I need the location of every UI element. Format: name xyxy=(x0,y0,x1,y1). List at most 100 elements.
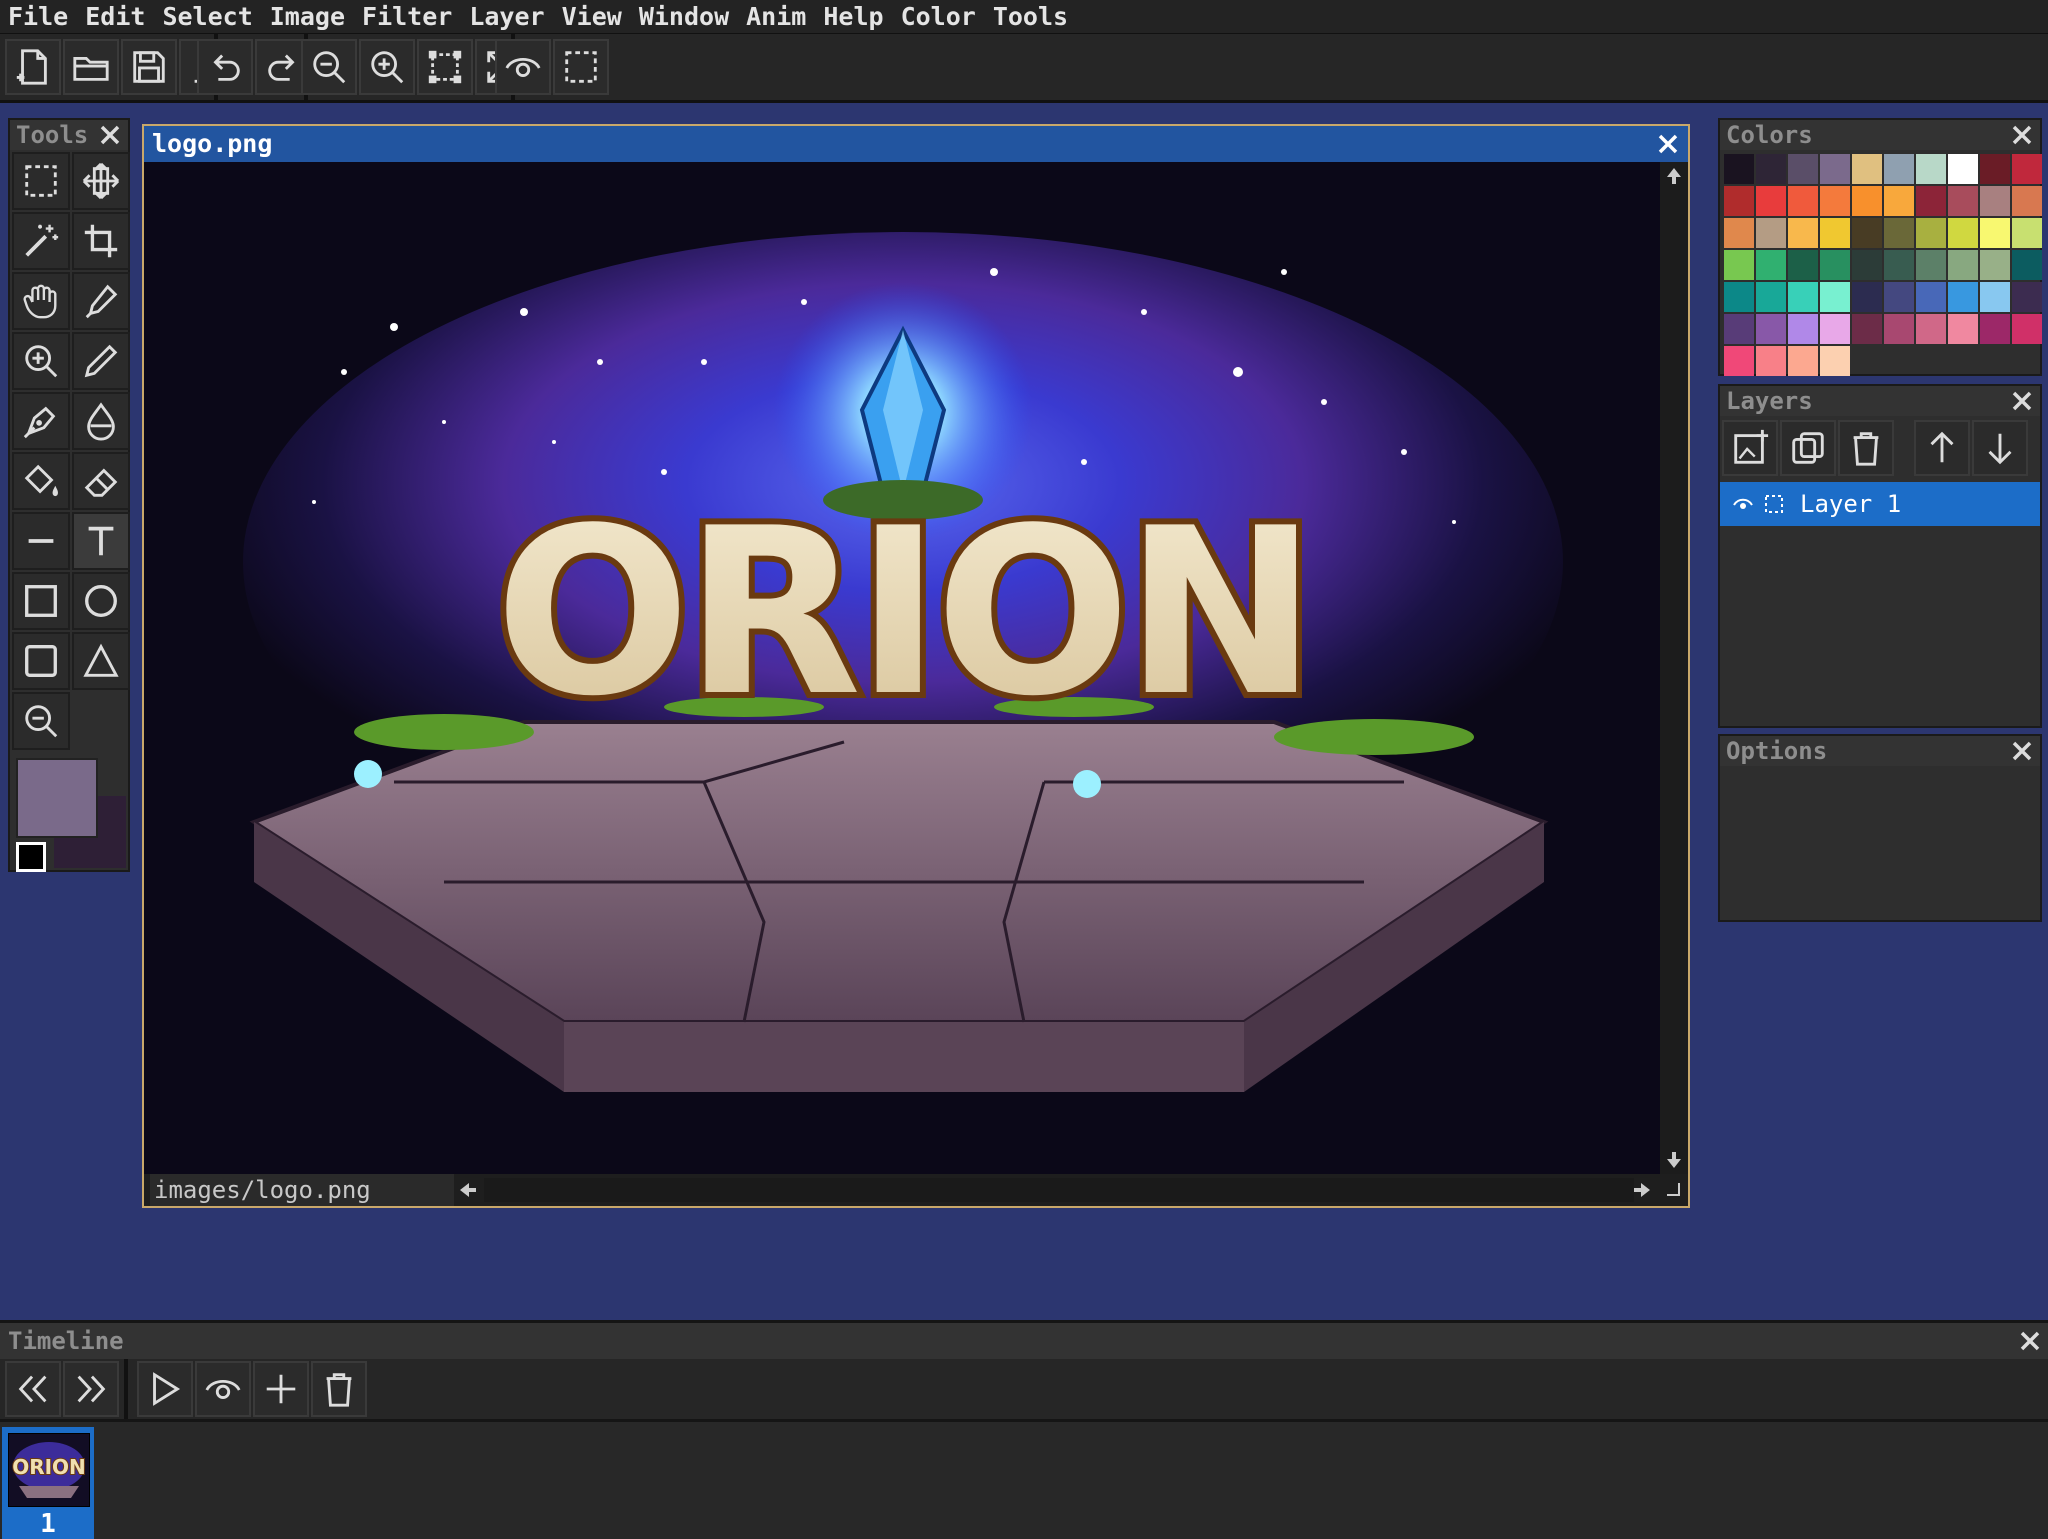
horizontal-scrollbar[interactable] xyxy=(484,1178,1634,1202)
color-swatch[interactable] xyxy=(1916,282,1946,312)
onion-skin-button[interactable] xyxy=(195,1361,251,1417)
open-folder-button[interactable] xyxy=(63,39,119,95)
menu-help[interactable]: Help xyxy=(815,0,892,33)
image-canvas[interactable]: ORION xyxy=(144,162,1662,1174)
add-frame-button[interactable] xyxy=(253,1361,309,1417)
rounded-rect-tool[interactable] xyxy=(12,632,70,690)
visibility-eye-icon[interactable] xyxy=(1732,493,1754,515)
scroll-right-icon[interactable] xyxy=(1632,1180,1652,1200)
move-layer-up-button[interactable] xyxy=(1914,420,1970,476)
layer-row[interactable]: Layer 1 xyxy=(1720,482,2040,526)
menu-layer[interactable]: Layer xyxy=(461,0,553,33)
color-swatch[interactable] xyxy=(1948,218,1978,248)
close-icon[interactable] xyxy=(2010,123,2034,147)
color-swatch[interactable] xyxy=(1852,314,1882,344)
menu-filter[interactable]: Filter xyxy=(354,0,461,33)
first-frame-button[interactable] xyxy=(5,1361,61,1417)
color-swatch[interactable] xyxy=(2012,154,2042,184)
blur-drop-tool[interactable] xyxy=(72,392,130,450)
menu-file[interactable]: File xyxy=(0,0,77,33)
color-swatch[interactable] xyxy=(1788,186,1818,216)
crop-tool[interactable] xyxy=(72,212,130,270)
color-swatch[interactable] xyxy=(1820,346,1850,376)
color-swatch[interactable] xyxy=(1724,346,1754,376)
color-swatch[interactable] xyxy=(1916,186,1946,216)
color-swatch[interactable] xyxy=(1756,282,1786,312)
menu-color[interactable]: Color xyxy=(893,0,985,33)
color-swatch[interactable] xyxy=(2012,314,2042,344)
eraser-tool[interactable] xyxy=(72,452,130,510)
document-title-bar[interactable]: logo.png xyxy=(144,126,1688,162)
color-swatch[interactable] xyxy=(1756,154,1786,184)
color-swatch[interactable] xyxy=(1756,218,1786,248)
play-button[interactable] xyxy=(137,1361,193,1417)
hand-tool[interactable] xyxy=(12,272,70,330)
color-swatch[interactable] xyxy=(1948,154,1978,184)
color-swatch[interactable] xyxy=(1852,282,1882,312)
color-swatch[interactable] xyxy=(1980,154,2010,184)
close-icon[interactable] xyxy=(2010,389,2034,413)
color-swatch[interactable] xyxy=(1756,346,1786,376)
fit-canvas-button[interactable] xyxy=(417,39,473,95)
menu-image[interactable]: Image xyxy=(262,0,354,33)
bucket-fill-tool[interactable] xyxy=(12,452,70,510)
vertical-scrollbar[interactable] xyxy=(1660,162,1688,1174)
scroll-up-icon[interactable] xyxy=(1664,166,1684,186)
zoom-out-tool-tool[interactable] xyxy=(12,692,70,750)
text-tool[interactable] xyxy=(72,512,130,570)
color-swatch[interactable] xyxy=(1724,282,1754,312)
color-swatch[interactable] xyxy=(1884,250,1914,280)
color-swatch[interactable] xyxy=(1852,186,1882,216)
color-swatch[interactable] xyxy=(1948,282,1978,312)
color-swatch[interactable] xyxy=(1756,314,1786,344)
color-swatch[interactable] xyxy=(1820,218,1850,248)
color-swatch[interactable] xyxy=(1980,186,2010,216)
color-swatch[interactable] xyxy=(1724,186,1754,216)
primary-color-swatch[interactable] xyxy=(16,758,98,838)
undo-button[interactable] xyxy=(197,39,253,95)
color-swatch[interactable] xyxy=(1820,282,1850,312)
menu-tools[interactable]: Tools xyxy=(985,0,1077,33)
close-icon[interactable] xyxy=(1656,132,1680,156)
color-swatch[interactable] xyxy=(1724,314,1754,344)
close-icon[interactable] xyxy=(2018,1329,2042,1353)
new-file-button[interactable] xyxy=(5,39,61,95)
color-swatch[interactable] xyxy=(1724,154,1754,184)
move-tool[interactable] xyxy=(72,152,130,210)
color-swatch[interactable] xyxy=(1884,314,1914,344)
magic-wand-tool[interactable] xyxy=(12,212,70,270)
color-swatch[interactable] xyxy=(1852,250,1882,280)
scroll-left-icon[interactable] xyxy=(458,1180,478,1200)
color-swatch[interactable] xyxy=(1980,314,2010,344)
menu-edit[interactable]: Edit xyxy=(77,0,154,33)
color-swatch[interactable] xyxy=(1916,218,1946,248)
delete-frame-button[interactable] xyxy=(311,1361,367,1417)
eyedropper-tool[interactable] xyxy=(72,272,130,330)
color-swatch[interactable] xyxy=(1980,282,2010,312)
line-tool[interactable] xyxy=(12,512,70,570)
color-swatch[interactable] xyxy=(1788,250,1818,280)
color-swatch[interactable] xyxy=(1948,314,1978,344)
color-swatch[interactable] xyxy=(1980,218,2010,248)
pencil-tool[interactable] xyxy=(72,332,130,390)
color-swatch[interactable] xyxy=(1948,186,1978,216)
color-swatch[interactable] xyxy=(1788,218,1818,248)
menu-anim[interactable]: Anim xyxy=(738,0,815,33)
color-swatch[interactable] xyxy=(1788,282,1818,312)
color-swatch[interactable] xyxy=(1852,154,1882,184)
color-swatch[interactable] xyxy=(1884,154,1914,184)
color-swatch[interactable] xyxy=(1884,218,1914,248)
color-swatch[interactable] xyxy=(1820,154,1850,184)
color-swatch[interactable] xyxy=(1980,250,2010,280)
preview-eye-button[interactable] xyxy=(495,39,551,95)
last-frame-button[interactable] xyxy=(63,1361,119,1417)
reset-colors-swatch[interactable] xyxy=(16,842,46,872)
color-swatch[interactable] xyxy=(1756,186,1786,216)
rectangle-tool[interactable] xyxy=(12,572,70,630)
menu-select[interactable]: Select xyxy=(154,0,261,33)
ellipse-tool[interactable] xyxy=(72,572,130,630)
color-swatch[interactable] xyxy=(1948,250,1978,280)
color-swatch[interactable] xyxy=(1820,314,1850,344)
color-swatch[interactable] xyxy=(1884,186,1914,216)
scroll-down-icon[interactable] xyxy=(1664,1150,1684,1170)
